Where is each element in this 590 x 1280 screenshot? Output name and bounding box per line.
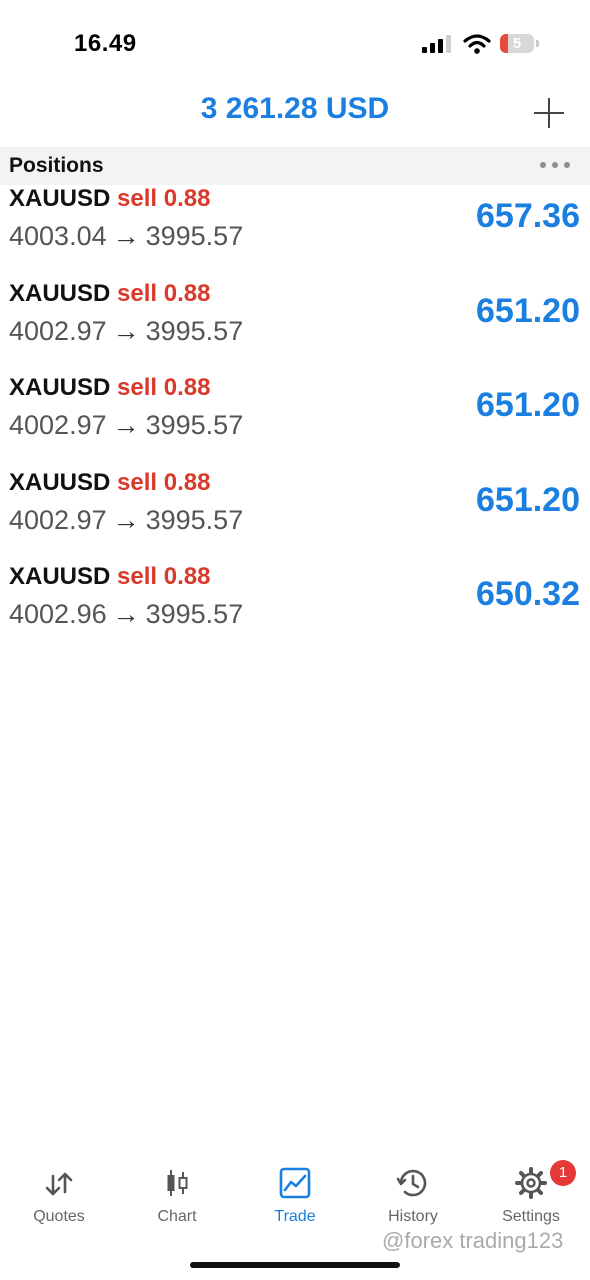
tab-bar: Quotes Chart Trade History 1 Settings (0, 1160, 590, 1230)
position-volume: 0.88 (163, 468, 211, 496)
history-clock-icon (396, 1169, 427, 1197)
tab-trade[interactable]: Trade (236, 1160, 354, 1230)
position-symbol: XAUUSD (9, 468, 111, 496)
watermark: @forex trading123 (382, 1228, 564, 1253)
position-type: sell (117, 563, 158, 590)
position-volume: 0.88 (163, 563, 211, 590)
current-price: 3995.57 (145, 410, 244, 440)
tab-quotes[interactable]: Quotes (0, 1160, 118, 1230)
position-symbol: XAUUSD (9, 185, 111, 212)
position-volume: 0.88 (163, 374, 211, 401)
account-balance: 3 261.28 USD (200, 92, 390, 125)
section-title: Positions (9, 154, 104, 177)
arrow-right-icon: → (112, 221, 140, 251)
candlestick-icon (167, 1170, 188, 1196)
quotes-arrows-icon (45, 1172, 73, 1196)
tab-label: Chart (157, 1208, 197, 1225)
position-type: sell (117, 468, 158, 496)
position-profit: 651.20 (476, 386, 580, 424)
trade-chart-icon (279, 1167, 311, 1199)
status-bar: 16.49 5 (0, 0, 590, 88)
open-price: 4002.97 (9, 410, 107, 440)
current-price: 3995.57 (145, 504, 244, 535)
position-type: sell (117, 279, 158, 307)
tab-label: Quotes (33, 1208, 85, 1225)
position-profit: 650.32 (476, 575, 580, 613)
position-row[interactable]: XAUUSD sell 0.88 4002.97 → 3995.57 651.20 (0, 280, 590, 375)
gear-icon (515, 1167, 547, 1199)
tab-label: Settings (502, 1208, 560, 1225)
position-symbol: XAUUSD (9, 563, 111, 590)
current-price: 3995.57 (145, 315, 244, 346)
home-indicator (190, 1262, 400, 1268)
position-row[interactable]: XAUUSD sell 0.88 4002.97 → 3995.57 651.20 (0, 374, 590, 469)
tab-label: Trade (274, 1208, 316, 1225)
position-volume: 0.88 (163, 185, 211, 212)
position-row[interactable]: XAUUSD sell 0.88 4002.96 → 3995.57 650.32 (0, 563, 590, 658)
arrow-right-icon: → (112, 410, 140, 440)
position-volume: 0.88 (163, 279, 211, 307)
tab-settings[interactable]: 1 Settings (472, 1160, 590, 1230)
tab-chart[interactable]: Chart (118, 1160, 236, 1230)
more-options-icon[interactable] (538, 162, 572, 170)
battery-icon: 5 (500, 34, 540, 54)
position-symbol: XAUUSD (9, 374, 111, 401)
cellular-signal-icon (422, 35, 452, 53)
battery-level-text: 5 (512, 35, 522, 52)
wifi-icon (463, 34, 491, 54)
tab-label: History (388, 1208, 438, 1225)
arrow-right-icon: → (112, 599, 140, 629)
positions-list: XAUUSD sell 0.88 4003.04 → 3995.57 657.36 … (0, 185, 590, 658)
current-price: 3995.57 (145, 599, 244, 629)
position-type: sell (117, 374, 158, 401)
arrow-right-icon: → (112, 504, 140, 535)
positions-section-header: Positions (0, 147, 590, 185)
arrow-right-icon: → (112, 315, 140, 346)
position-profit: 651.20 (476, 480, 580, 519)
tab-history[interactable]: History (354, 1160, 472, 1230)
position-row[interactable]: XAUUSD sell 0.88 4003.04 → 3995.57 657.36 (0, 185, 590, 280)
status-time: 16.49 (74, 30, 137, 57)
position-profit: 651.20 (476, 291, 580, 330)
open-price: 4002.96 (9, 599, 107, 629)
current-price: 3995.57 (145, 221, 244, 251)
open-price: 4002.97 (9, 504, 107, 535)
add-position-button[interactable] (532, 96, 566, 130)
open-price: 4003.04 (9, 221, 107, 251)
position-row[interactable]: XAUUSD sell 0.88 4002.97 → 3995.57 651.20 (0, 469, 590, 564)
notification-badge: 1 (550, 1160, 576, 1186)
position-symbol: XAUUSD (9, 279, 111, 307)
open-price: 4002.97 (9, 315, 107, 346)
position-type: sell (117, 185, 158, 212)
position-profit: 657.36 (476, 197, 580, 235)
